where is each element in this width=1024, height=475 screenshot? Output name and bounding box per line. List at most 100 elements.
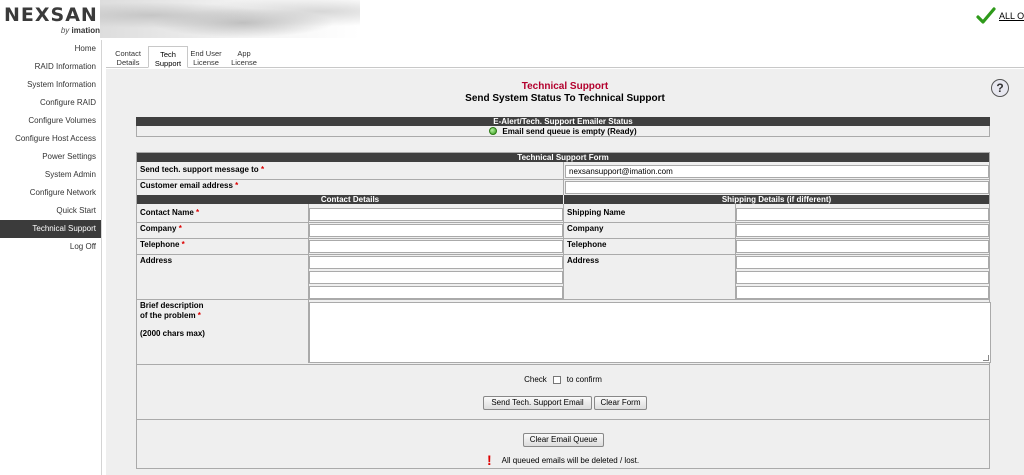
exclamation-icon: !	[487, 452, 492, 468]
contact-name-label-text: Contact Name	[140, 208, 194, 217]
shipping-company-field[interactable]	[736, 224, 989, 237]
contact-name-field[interactable]	[309, 208, 563, 221]
logo-text: NEXSAN	[4, 4, 98, 26]
page-title: Technical Support	[521, 81, 609, 92]
sidebar-item-technical-support[interactable]: Technical Support	[0, 220, 101, 238]
telephone-label-text: Telephone	[140, 240, 180, 249]
emailer-status-text: Email send queue is empty (Ready)	[502, 126, 637, 136]
tech-support-form: Technical Support Form Send tech. suppor…	[136, 152, 991, 469]
sidebar-item-configure-raid[interactable]: Configure RAID	[0, 94, 101, 112]
required-marker: *	[197, 311, 201, 320]
row-divider	[137, 364, 989, 365]
required-marker: *	[196, 208, 200, 217]
problem-description-textarea[interactable]	[309, 302, 991, 363]
required-marker: *	[260, 165, 265, 174]
sidebar-item-configure-host-access[interactable]: Configure Host Access	[0, 130, 101, 148]
queue-warning: ! All queued emails will be deleted / lo…	[487, 452, 640, 468]
confirm-checkbox[interactable]	[552, 375, 561, 384]
shipping-name-label: Shipping Name	[567, 208, 626, 217]
column-divider	[563, 162, 564, 195]
address-line2-field[interactable]	[309, 271, 563, 284]
shipping-telephone-label: Telephone	[567, 240, 607, 249]
sidebar-item-log-off[interactable]: Log Off	[0, 238, 101, 256]
tab-label-line1: Tech	[160, 50, 176, 59]
tab-app-license[interactable]: App License	[224, 49, 264, 67]
tab-label-line2: Details	[116, 58, 140, 67]
clear-email-queue-button[interactable]: Clear Email Queue	[523, 433, 604, 447]
address-label: Address	[140, 256, 173, 265]
description-label-line1: Brief description	[140, 301, 204, 310]
company-field[interactable]	[309, 224, 563, 237]
required-marker: *	[178, 224, 182, 233]
shipping-company-label: Company	[567, 224, 604, 233]
sidebar-item-power-settings[interactable]: Power Settings	[0, 148, 101, 166]
tab-label-line2: License	[231, 58, 257, 67]
page-subtitle: Send System Status To Technical Support	[465, 93, 665, 104]
contact-details-header: Contact Details	[137, 195, 563, 204]
sidebar-nav: Home RAID Information System Information…	[0, 40, 102, 475]
row-divider	[137, 254, 989, 255]
tab-contact-details[interactable]: Contact Details	[108, 49, 148, 67]
description-max-chars: (2000 chars max)	[140, 329, 205, 338]
question-mark-icon[interactable]: ?	[991, 79, 1009, 97]
telephone-field[interactable]	[309, 240, 563, 253]
company-label: Company *	[137, 223, 182, 235]
customer-email-label-text: Customer email address	[140, 181, 233, 190]
required-marker: *	[181, 240, 185, 249]
row-divider	[137, 222, 989, 223]
shipping-telephone-field[interactable]	[736, 240, 989, 253]
shipping-address-line1-field[interactable]	[736, 256, 989, 269]
telephone-label: Telephone *	[137, 239, 185, 251]
shipping-details-header: Shipping Details (if different)	[564, 195, 989, 204]
description-label-line2-text: of the problem	[140, 311, 196, 320]
emailer-status-panel: E-Alert/Tech. Support Emailer Status Ema…	[136, 117, 990, 137]
logo-brand: imation	[71, 26, 100, 35]
tab-label-line2: Support	[154, 59, 182, 68]
header: NEXSAN by imation ALL O	[0, 0, 1024, 38]
tab-tech-support[interactable]: Tech Support	[148, 46, 188, 68]
checkmark-icon	[976, 7, 996, 24]
check-label: Check	[524, 375, 547, 384]
system-status-link[interactable]: ALL O	[976, 6, 1024, 26]
address-line3-field[interactable]	[309, 286, 563, 299]
tab-label-line1: Contact	[115, 49, 141, 58]
sidebar-item-raid-information[interactable]: RAID Information	[0, 58, 101, 76]
company-label-text: Company	[140, 224, 177, 233]
sidebar-item-system-information[interactable]: System Information	[0, 76, 101, 94]
logo-subtext: by imation	[61, 26, 100, 35]
description-label: Brief description of the problem * (2000…	[137, 301, 205, 339]
description-label-line2: of the problem *	[140, 311, 205, 321]
row-divider	[137, 299, 989, 300]
row-divider	[137, 419, 989, 420]
tab-bar: Contact Details Tech Support End User Li…	[106, 46, 1024, 68]
send-to-label-text: Send tech. support message to	[140, 165, 259, 174]
header-banner-graphic	[100, 0, 360, 38]
sidebar-item-system-admin[interactable]: System Admin	[0, 166, 101, 184]
sidebar-item-configure-network[interactable]: Configure Network	[0, 184, 101, 202]
main-content: Technical Support Send System Status To …	[106, 69, 1024, 475]
sidebar-item-configure-volumes[interactable]: Configure Volumes	[0, 112, 101, 130]
clear-form-button[interactable]: Clear Form	[594, 396, 647, 410]
queue-warning-text: All queued emails will be deleted / lost…	[501, 455, 640, 465]
sidebar-item-quick-start[interactable]: Quick Start	[0, 202, 101, 220]
customer-email-field[interactable]	[565, 181, 989, 194]
send-tech-support-email-button[interactable]: Send Tech. Support Email	[483, 396, 592, 410]
confirm-row: Check to confirm	[137, 375, 989, 384]
tab-label-line1: App	[237, 49, 251, 58]
tab-end-user-license[interactable]: End User License	[186, 49, 226, 67]
nexsan-logo: NEXSAN by imation	[4, 4, 104, 36]
address-line1-field[interactable]	[309, 256, 563, 269]
required-marker: *	[235, 181, 239, 190]
system-status-label[interactable]: ALL O	[999, 11, 1024, 21]
shipping-address-line2-field[interactable]	[736, 271, 989, 284]
emailer-status-row: Email send queue is empty (Ready)	[136, 126, 990, 137]
shipping-name-field[interactable]	[736, 208, 989, 221]
resize-handle-icon[interactable]	[983, 355, 989, 361]
shipping-address-label: Address	[567, 256, 600, 265]
send-to-email-field[interactable]	[565, 165, 989, 178]
form-header: Technical Support Form	[137, 153, 989, 162]
tab-label-line1: End User	[190, 49, 222, 58]
sidebar-item-home[interactable]: Home	[0, 40, 101, 58]
send-to-label: Send tech. support message to *	[137, 164, 264, 176]
shipping-address-line3-field[interactable]	[736, 286, 989, 299]
